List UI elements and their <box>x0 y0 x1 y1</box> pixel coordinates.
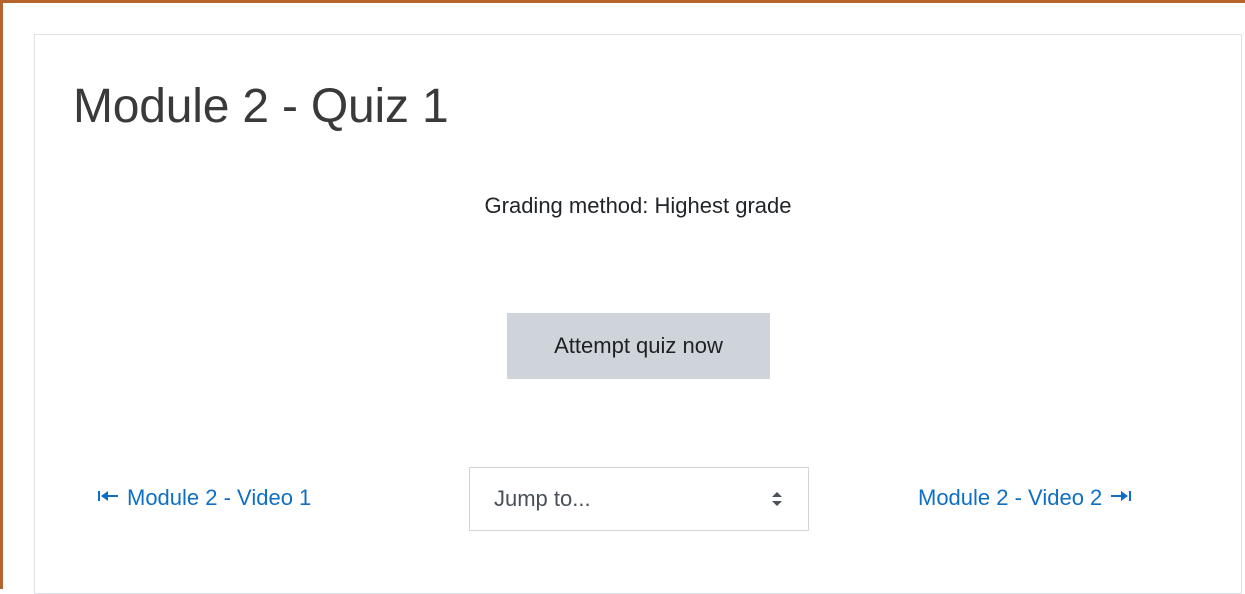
select-caret-icon <box>772 492 782 506</box>
next-activity-link[interactable]: Module 2 - Video 2 <box>918 485 1132 511</box>
arrow-right-bar-icon <box>1110 489 1132 508</box>
quiz-card: Module 2 - Quiz 1 Grading method: Highes… <box>34 34 1242 594</box>
page-title: Module 2 - Quiz 1 <box>73 80 449 133</box>
grading-method-text: Grading method: Highest grade <box>484 193 792 218</box>
jump-to-select[interactable]: Jump to... <box>469 467 809 531</box>
next-activity-label: Module 2 - Video 2 <box>918 485 1103 510</box>
jump-to-selected: Jump to... <box>494 486 591 511</box>
attempt-quiz-button[interactable]: Attempt quiz now <box>507 313 770 379</box>
prev-activity-label: Module 2 - Video 1 <box>127 485 312 510</box>
prev-activity-link[interactable]: Module 2 - Video 1 <box>97 485 311 511</box>
arrow-left-bar-icon <box>97 489 119 508</box>
